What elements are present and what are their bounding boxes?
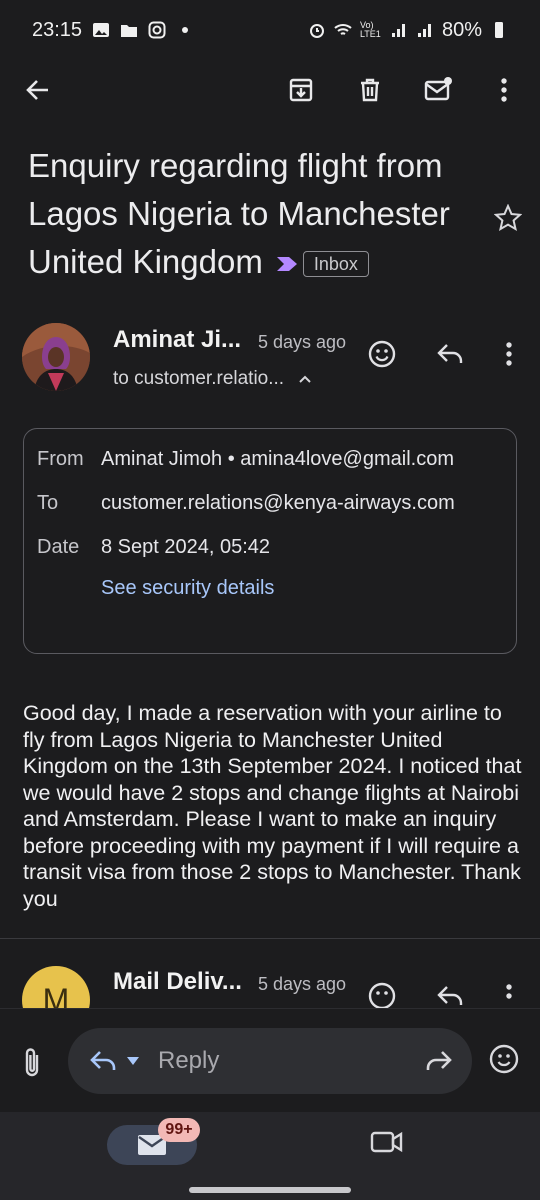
reply-bar: Reply [0, 1008, 540, 1112]
email-subject: Enquiry regarding flight from Lagos Nige… [28, 142, 488, 286]
sender-name[interactable]: Aminat Ji... [113, 326, 241, 354]
star-button[interactable] [490, 200, 526, 236]
status-bar: 23:15 Vo) LTE1 80% [0, 0, 540, 60]
from-value[interactable]: Aminat Jimoh • amina4love@gmail.com [101, 448, 454, 471]
more-options-button[interactable] [484, 70, 524, 110]
reply-icon [90, 1051, 116, 1070]
second-sent-time: 5 days ago [258, 974, 347, 994]
delete-icon [361, 78, 379, 102]
chevron-up-icon [299, 375, 311, 383]
alarm-icon [309, 24, 324, 38]
video-camera-icon [370, 1131, 403, 1153]
battery-icon [495, 22, 503, 38]
recipients-summary: to customer.relatio... [113, 368, 285, 389]
instagram-icon [148, 21, 166, 39]
inbox-label-chip[interactable]: Inbox [302, 251, 369, 278]
signal-icon-2 [417, 24, 431, 37]
date-row: Date 8 Sept 2024, 05:42 [37, 536, 270, 559]
emoji-icon [489, 1044, 519, 1074]
nav-meet-tab[interactable] [370, 1128, 406, 1164]
notification-dot [182, 27, 189, 33]
reply-icon [437, 986, 463, 1005]
archive-button[interactable] [281, 70, 321, 110]
email-body: Good day, I made a reservation with your… [23, 701, 522, 911]
subject-text: Enquiry regarding flight from Lagos Nige… [28, 147, 450, 280]
reply-button[interactable] [430, 334, 470, 374]
reply-placeholder: Reply [158, 1047, 220, 1074]
status-time: 23:15 [32, 18, 83, 41]
date-value: 8 Sept 2024, 05:42 [101, 536, 271, 558]
reply-input[interactable]: Reply [68, 1028, 472, 1094]
wifi-icon [334, 24, 352, 35]
more-vert-icon [506, 984, 512, 999]
importance-marker-icon [276, 257, 297, 272]
mark-unread-icon [424, 77, 452, 101]
message-details-panel: From Aminat Jimoh • amina4love@gmail.com… [23, 428, 517, 654]
sender-avatar[interactable] [22, 323, 90, 391]
more-vert-icon [501, 78, 507, 102]
to-value[interactable]: customer.relations@kenya-airways.com [101, 492, 455, 515]
home-indicator[interactable] [189, 1187, 351, 1193]
folder-icon [121, 25, 138, 37]
second-react-emoji-button[interactable] [362, 976, 402, 1010]
attach-button[interactable] [14, 1043, 50, 1083]
toolbar [0, 62, 540, 118]
gallery-icon [93, 23, 110, 37]
to-row: To customer.relations@kenya-airways.com [37, 492, 455, 515]
from-label: From [37, 448, 84, 470]
date-label: Date [37, 536, 80, 558]
reply-icon [437, 344, 463, 363]
reply-type-dropdown-icon[interactable] [126, 1056, 140, 1066]
network-type: Vo) LTE1 [359, 20, 381, 39]
second-message-header[interactable]: M Mail Deliv... 5 days ago [0, 940, 540, 1010]
message-more-button[interactable] [489, 334, 529, 374]
to-label: To [37, 492, 59, 514]
second-sender-avatar: M [22, 966, 90, 1010]
recipients-toggle[interactable]: to customer.relatio... [113, 368, 312, 390]
battery-percent: 80% [441, 18, 482, 41]
sent-time: 5 days ago [258, 332, 347, 352]
more-vert-icon [506, 342, 512, 366]
second-reply-button[interactable] [430, 976, 470, 1010]
add-emoji-icon [368, 340, 396, 368]
archive-icon [289, 78, 313, 102]
mark-unread-button[interactable] [418, 70, 458, 110]
add-emoji-icon [368, 982, 396, 1010]
signal-icon [391, 24, 405, 37]
reply-emoji-button[interactable] [488, 1043, 524, 1079]
second-more-button[interactable] [489, 976, 529, 1010]
arrow-back-icon [26, 80, 48, 100]
delete-button[interactable] [350, 70, 390, 110]
sender-photo [22, 323, 90, 391]
react-emoji-button[interactable] [362, 334, 402, 374]
message-divider [0, 938, 540, 939]
star-icon [494, 204, 522, 232]
attachment-icon [25, 1048, 39, 1077]
security-details-link[interactable]: See security details [101, 577, 274, 600]
second-sender-name: Mail Deliv... [113, 968, 242, 995]
back-button[interactable] [18, 70, 58, 110]
from-row: From Aminat Jimoh • amina4love@gmail.com [37, 448, 454, 471]
forward-icon[interactable] [424, 1048, 454, 1074]
unread-count-badge: 99+ [158, 1118, 200, 1142]
